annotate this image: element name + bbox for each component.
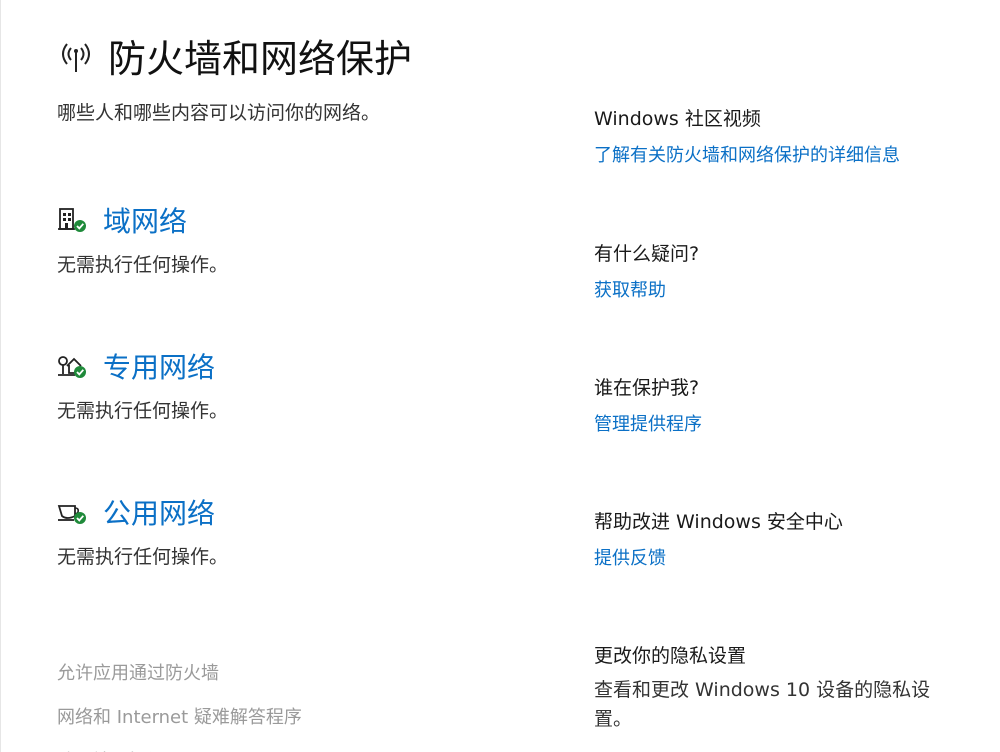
network-domain-status: 无需执行任何操作。 (57, 254, 229, 276)
firewall-notification-settings-link[interactable]: 防火墙通知设置 (57, 740, 302, 752)
network-private-status: 无需执行任何操作。 (57, 400, 229, 422)
protect-section: 谁在保护我? 管理提供程序 (594, 373, 954, 436)
network-public-status: 无需执行任何操作。 (57, 546, 229, 568)
privacy-heading: 更改你的隐私设置 (594, 645, 747, 667)
manage-providers-link[interactable]: 管理提供程序 (594, 410, 954, 436)
network-domain-link[interactable]: 域网络 (103, 200, 187, 240)
network-public-header: 公用网络 (57, 492, 517, 532)
question-section: 有什么疑问? 获取帮助 (594, 239, 954, 302)
domain-network-icon (58, 208, 86, 232)
allow-app-firewall-link[interactable]: 允许应用通过防火墙 (57, 652, 302, 696)
wifi-signal-icon (62, 42, 90, 72)
question-heading: 有什么疑问? (594, 243, 700, 265)
privacy-section: 更改你的隐私设置 查看和更改 Windows 10 设备的隐私设置。 (594, 641, 954, 734)
community-heading: Windows 社区视频 (594, 108, 761, 130)
page-title: 防火墙和网络保护 (108, 37, 413, 81)
network-private-header: 专用网络 (57, 346, 517, 386)
get-help-link[interactable]: 获取帮助 (594, 276, 954, 302)
public-network-icon (57, 505, 86, 524)
network-domain: 域网络 无需执行任何操作。 (57, 200, 517, 277)
network-private: 专用网络 无需执行任何操作。 (57, 346, 517, 423)
network-public: 公用网络 无需执行任何操作。 (57, 492, 517, 569)
private-network-icon (58, 356, 86, 378)
network-private-link[interactable]: 专用网络 (103, 346, 215, 386)
settings-links: 允许应用通过防火墙 网络和 Internet 疑难解答程序 防火墙通知设置 (57, 652, 302, 752)
privacy-description: 查看和更改 Windows 10 设备的隐私设置。 (594, 679, 931, 730)
left-border (0, 0, 1, 752)
page-subtitle: 哪些人和哪些内容可以访问你的网络。 (57, 102, 381, 124)
improve-section: 帮助改进 Windows 安全中心 提供反馈 (594, 507, 954, 570)
learn-more-link[interactable]: 了解有关防火墙和网络保护的详细信息 (594, 141, 954, 167)
protect-heading: 谁在保护我? (594, 377, 700, 399)
network-public-link[interactable]: 公用网络 (103, 492, 215, 532)
firewall-page: 防火墙和网络保护 哪些人和哪些内容可以访问你的网络。 域网络 无需执行任何操作。 (0, 0, 1000, 752)
improve-heading: 帮助改进 Windows 安全中心 (594, 511, 843, 533)
community-section: Windows 社区视频 了解有关防火墙和网络保护的详细信息 (594, 104, 954, 167)
network-troubleshooter-link[interactable]: 网络和 Internet 疑难解答程序 (57, 696, 302, 740)
give-feedback-link[interactable]: 提供反馈 (594, 544, 954, 570)
page-header: 防火墙和网络保护 (56, 28, 412, 83)
network-domain-header: 域网络 (57, 200, 517, 240)
